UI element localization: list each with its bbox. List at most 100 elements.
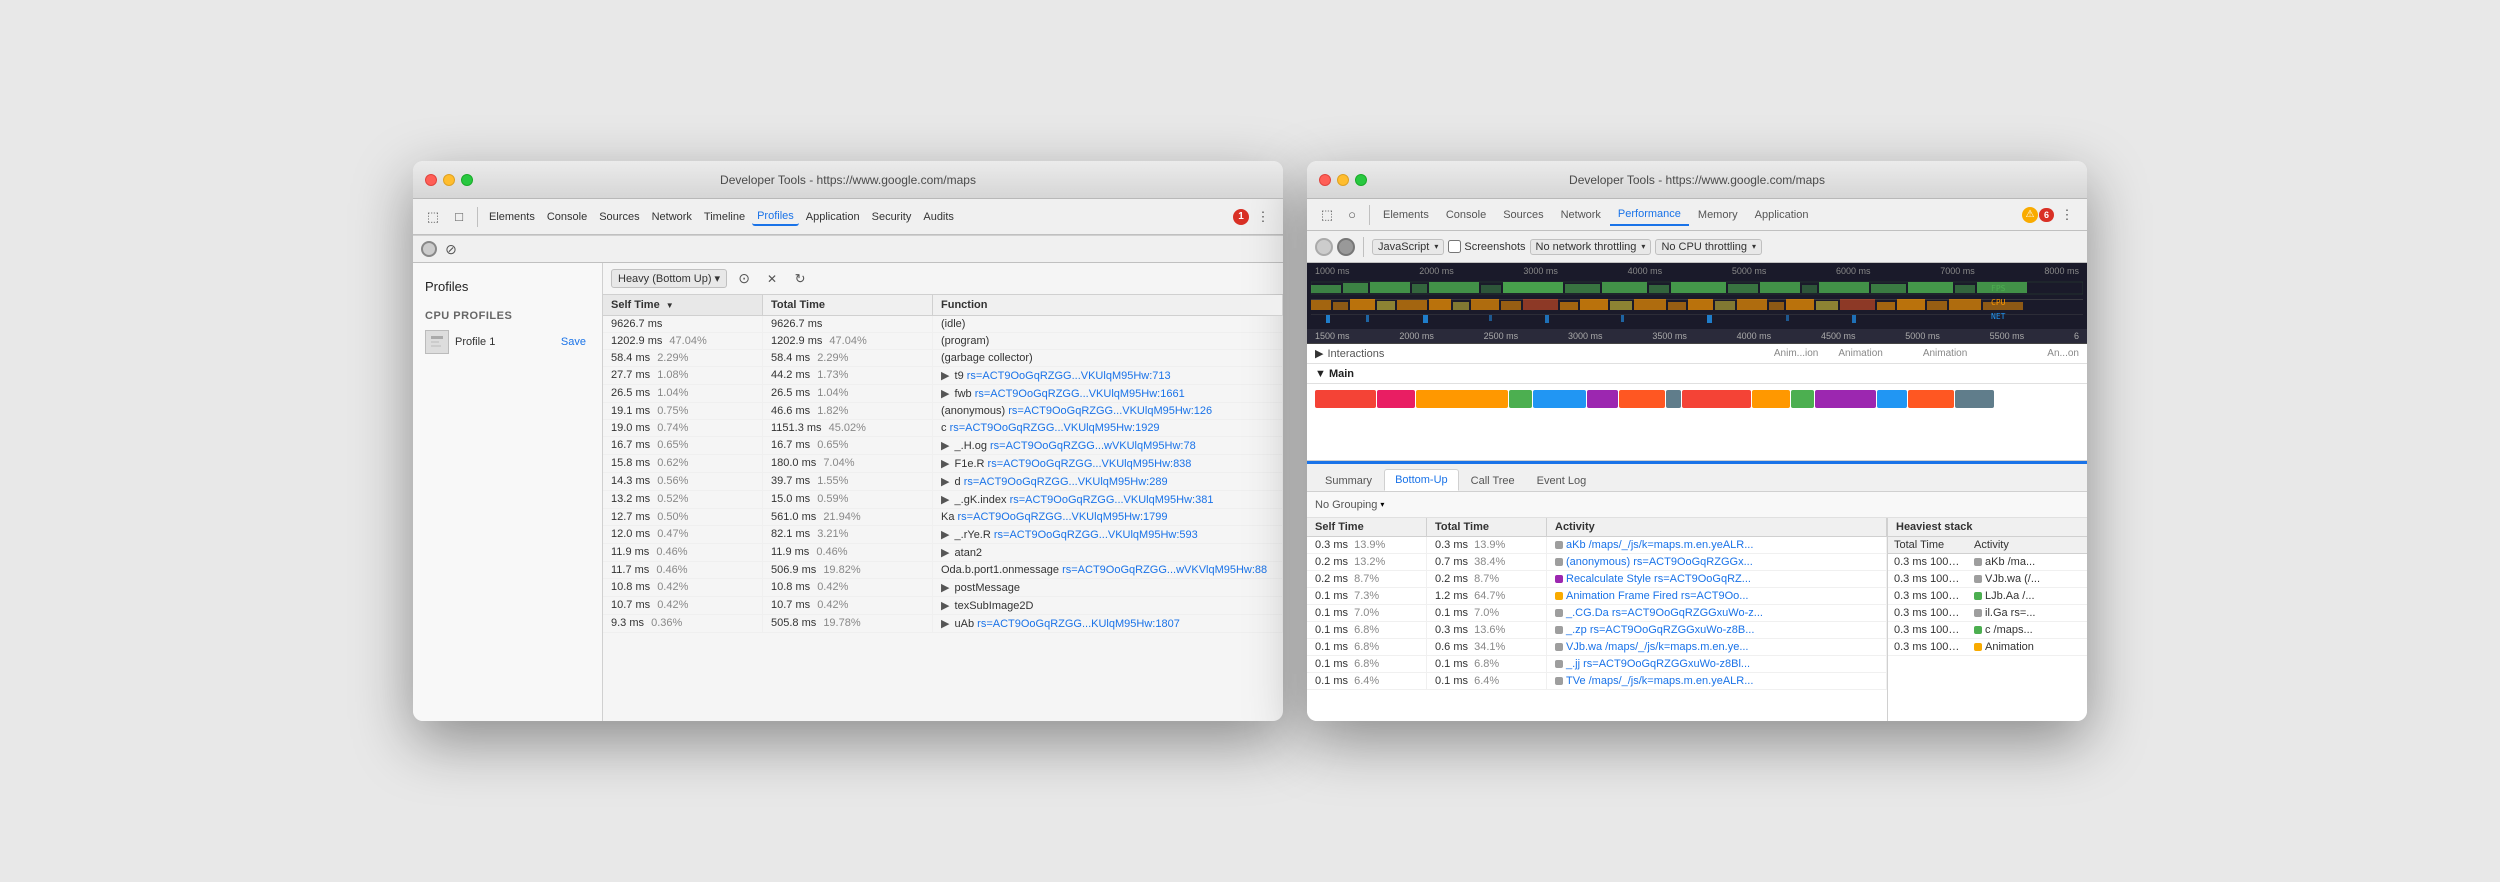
bottom-row-6[interactable]: 0.1 ms 6.8% 0.3 ms 13.6% _.zp rs=ACT9OoG… [1307, 622, 1887, 639]
bottom-row-8[interactable]: 0.1 ms 6.8% 0.1 ms 6.8% _.jj rs=ACT9OoGq… [1307, 656, 1887, 673]
tab-bottom-up[interactable]: Bottom-Up [1384, 469, 1459, 491]
table-row[interactable]: 12.0 ms 0.47% 82.1 ms 3.21% ▶ _.rYe.R rs… [603, 526, 1283, 544]
tab-sources-left[interactable]: Sources [594, 209, 644, 225]
more-icon-right[interactable]: ⋮ [2055, 203, 2079, 227]
tab-network-right[interactable]: Network [1553, 205, 1609, 225]
heaviest-row-5[interactable]: 0.3 ms 100.0% c /maps... [1888, 622, 2087, 639]
cell-self: 13.2 ms 0.52% [603, 491, 763, 508]
flame-bar-10 [1752, 390, 1790, 408]
clear-icon[interactable]: ⊘ [439, 237, 463, 261]
tab-timeline-left[interactable]: Timeline [699, 209, 750, 225]
tab-elements-right[interactable]: Elements [1375, 205, 1437, 225]
tab-security-left[interactable]: Security [867, 209, 917, 225]
tab-call-tree[interactable]: Call Tree [1461, 471, 1525, 491]
bottom-table-area: Self Time Total Time Activity 0.3 ms 13.… [1307, 518, 1887, 721]
tab-application-right[interactable]: Application [1747, 205, 1817, 225]
tab-memory-right[interactable]: Memory [1690, 205, 1746, 225]
profile-item-1[interactable]: Profile 1 Save [413, 326, 602, 358]
sidebar-profiles-heading: Profiles [413, 271, 602, 298]
save-profile-button[interactable]: Save [557, 334, 590, 350]
view-mode-dropdown[interactable]: Heavy (Bottom Up) ▾ [611, 269, 727, 288]
tab-event-log[interactable]: Event Log [1527, 471, 1597, 491]
tab-summary[interactable]: Summary [1315, 471, 1382, 491]
screenshots-input[interactable] [1448, 240, 1461, 253]
minimize-button-right[interactable] [1337, 174, 1349, 186]
more-options-icon-left[interactable]: ⋮ [1251, 205, 1275, 229]
bottom-row-5[interactable]: 0.1 ms 7.0% 0.1 ms 7.0% _.CG.Da rs=ACT9O… [1307, 605, 1887, 622]
tab-network-left[interactable]: Network [647, 209, 697, 225]
table-row[interactable]: 16.7 ms 0.65% 16.7 ms 0.65% ▶ _.H.og rs=… [603, 437, 1283, 455]
tab-application-left[interactable]: Application [801, 209, 865, 225]
header-total-time-bottom[interactable]: Total Time [1427, 518, 1547, 536]
bottom-row-3[interactable]: 0.2 ms 8.7% 0.2 ms 8.7% Recalculate Styl… [1307, 571, 1887, 588]
close-button-right[interactable] [1319, 174, 1331, 186]
tab-sources-right[interactable]: Sources [1495, 205, 1551, 225]
heaviest-row-1[interactable]: 0.3 ms 100.0% aKb /ma... [1888, 554, 2087, 571]
cursor-icon[interactable]: ⬚ [421, 205, 445, 229]
heaviest-row-6[interactable]: 0.3 ms 100.0% Animation [1888, 639, 2087, 656]
tab-console-right[interactable]: Console [1438, 205, 1494, 225]
table-row[interactable]: 10.8 ms 0.42% 10.8 ms 0.42% ▶ postMessag… [603, 579, 1283, 597]
inspect-icon[interactable]: □ [447, 205, 471, 229]
bottom-row-4[interactable]: 0.1 ms 7.3% 1.2 ms 64.7% Animation Frame… [1307, 588, 1887, 605]
heaviest-row-2[interactable]: 0.3 ms 100.0% VJb.wa (/... [1888, 571, 2087, 588]
cpu-throttle-dropdown[interactable]: No CPU throttling ▾ [1655, 239, 1762, 255]
heaviest-total-4: 0.3 ms 100.0% [1888, 605, 1968, 621]
cell-func: ▶ d rs=ACT9OoGqRZGG...VKUlqM95Hw:289 [933, 473, 1283, 490]
table-row[interactable]: 14.3 ms 0.56% 39.7 ms 1.55% ▶ d rs=ACT9O… [603, 473, 1283, 491]
bottom-row-2[interactable]: 0.2 ms 13.2% 0.7 ms 38.4% (anonymous) rs… [1307, 554, 1887, 571]
heaviest-row-4[interactable]: 0.3 ms 100.0% il.Ga rs=... [1888, 605, 2087, 622]
table-row[interactable]: 19.1 ms 0.75% 46.6 ms 1.82% (anonymous) … [603, 403, 1283, 420]
refresh-profiler-icon[interactable]: ↻ [789, 268, 811, 290]
tab-performance-right[interactable]: Performance [1610, 204, 1689, 226]
inspect-icon-right[interactable]: ○ [1340, 203, 1364, 227]
screenshots-checkbox[interactable]: Screenshots [1448, 240, 1525, 253]
table-row[interactable]: 19.0 ms 0.74% 1151.3 ms 45.02% c rs=ACT9… [603, 420, 1283, 437]
table-row[interactable]: 11.7 ms 0.46% 506.9 ms 19.82% Oda.b.port… [603, 562, 1283, 579]
bottom-row-7[interactable]: 0.1 ms 6.8% 0.6 ms 34.1% VJb.wa /maps/_/… [1307, 639, 1887, 656]
stop-button[interactable] [1337, 238, 1355, 256]
tab-profiles-left[interactable]: Profiles [752, 208, 799, 226]
header-activity[interactable]: Activity [1547, 518, 1887, 536]
javascript-dropdown[interactable]: JavaScript ▾ [1372, 239, 1444, 255]
cell-activity-6: _.zp rs=ACT9OoGqRZGGxuWo-z8B... [1547, 622, 1887, 638]
tab-elements-left[interactable]: Elements [484, 209, 540, 225]
network-throttle-label: No network throttling [1536, 241, 1637, 253]
table-row[interactable]: 11.9 ms 0.46% 11.9 ms 0.46% ▶ atan2 [603, 544, 1283, 562]
header-total-time[interactable]: Total Time [763, 295, 933, 315]
close-button-left[interactable] [425, 174, 437, 186]
tab-console-left[interactable]: Console [542, 209, 592, 225]
maximize-button-left[interactable] [461, 174, 473, 186]
table-row[interactable]: 26.5 ms 1.04% 26.5 ms 1.04% ▶ fwb rs=ACT… [603, 385, 1283, 403]
table-row[interactable]: 9.3 ms 0.36% 505.8 ms 19.78% ▶ uAb rs=AC… [603, 615, 1283, 633]
table-row[interactable]: 1202.9 ms 47.04% 1202.9 ms 47.04% (progr… [603, 333, 1283, 350]
bottom-row-9[interactable]: 0.1 ms 6.4% 0.1 ms 6.4% TVe /maps/_/js/k… [1307, 673, 1887, 690]
cell-activity-3: Recalculate Style rs=ACT9OoGqRZ... [1547, 571, 1887, 587]
record-button[interactable] [1315, 238, 1333, 256]
table-row[interactable]: 27.7 ms 1.08% 44.2 ms 1.73% ▶ t9 rs=ACT9… [603, 367, 1283, 385]
cell-total: 44.2 ms 1.73% [763, 367, 933, 384]
cell-activity-8: _.jj rs=ACT9OoGqRZGGxuWo-z8Bl... [1547, 656, 1887, 672]
network-throttle-dropdown[interactable]: No network throttling ▾ [1530, 239, 1652, 255]
heaviest-header-activity: Activity [1968, 537, 2087, 553]
cursor-icon-right[interactable]: ⬚ [1315, 203, 1339, 227]
table-row[interactable]: 10.7 ms 0.42% 10.7 ms 0.42% ▶ texSubImag… [603, 597, 1283, 615]
table-row[interactable]: 12.7 ms 0.50% 561.0 ms 21.94% Ka rs=ACT9… [603, 509, 1283, 526]
bottom-row-1[interactable]: 0.3 ms 13.9% 0.3 ms 13.9% aKb /maps/_/js… [1307, 537, 1887, 554]
table-row[interactable]: 9626.7 ms 9626.7 ms (idle) [603, 316, 1283, 333]
clear-profiler-icon[interactable]: ✕ [761, 268, 783, 290]
heaviest-row-3[interactable]: 0.3 ms 100.0% LJb.Aa /... [1888, 588, 2087, 605]
record-stop-icon[interactable] [421, 241, 437, 257]
maximize-button-right[interactable] [1355, 174, 1367, 186]
header-self-time[interactable]: Self Time ▼ [603, 295, 763, 315]
bottom-panel: Summary Bottom-Up Call Tree Event Log No… [1307, 461, 2087, 721]
header-function[interactable]: Function [933, 295, 1283, 315]
left-sidebar: Profiles CPU PROFILES Profile 1 Save [413, 263, 603, 721]
tab-audits-left[interactable]: Audits [918, 209, 959, 225]
table-row[interactable]: 58.4 ms 2.29% 58.4 ms 2.29% (garbage col… [603, 350, 1283, 367]
header-self-time-bottom[interactable]: Self Time [1307, 518, 1427, 536]
minimize-button-left[interactable] [443, 174, 455, 186]
table-row[interactable]: 15.8 ms 0.62% 180.0 ms 7.04% ▶ F1e.R rs=… [603, 455, 1283, 473]
focus-icon[interactable]: ⊙ [733, 268, 755, 290]
table-row[interactable]: 13.2 ms 0.52% 15.0 ms 0.59% ▶ _.gK.index… [603, 491, 1283, 509]
